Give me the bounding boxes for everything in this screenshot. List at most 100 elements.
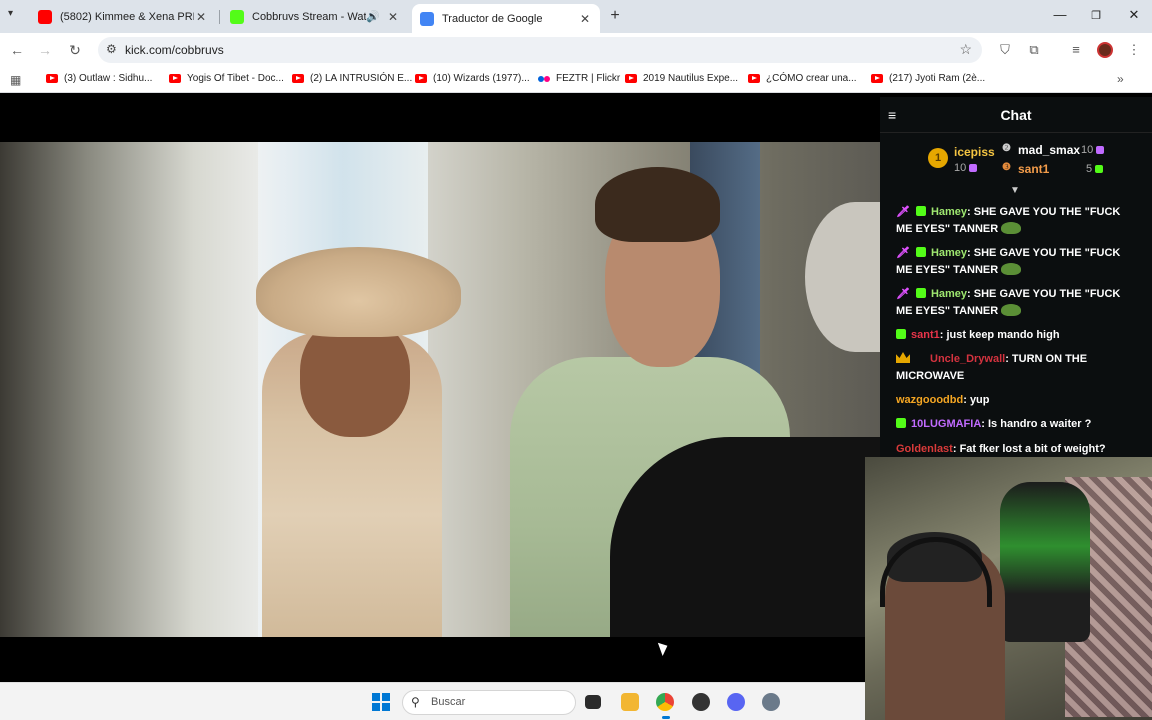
bookmark-item[interactable]: FEZTR | Flickr [538, 73, 620, 84]
chat-title: Chat [1000, 107, 1032, 123]
chat-username[interactable]: sant1 [911, 329, 940, 341]
bookmark-item[interactable]: (217) Jyoti Ram (2è... [871, 73, 985, 84]
new-tab-button[interactable]: + [605, 6, 625, 26]
restore-button[interactable]: ❐ [1078, 9, 1114, 22]
bookmark-item[interactable]: (10) Wizards (1977)... [415, 73, 530, 84]
flickr-icon [538, 75, 550, 83]
obs-icon[interactable] [692, 693, 710, 711]
chat-username[interactable]: wazgooodbd [896, 394, 963, 406]
reload-button[interactable]: ↻ [66, 41, 84, 59]
menu-icon[interactable]: ⋮ [1126, 42, 1142, 58]
url-text: kick.com/cobbruvs [125, 43, 224, 57]
gift-count: 10 [1081, 144, 1094, 156]
youtube-icon [292, 74, 304, 83]
more-bookmarks-icon[interactable]: » [1117, 72, 1124, 86]
bookmark-item[interactable]: (2) LA INTRUSIÓN E... [292, 73, 412, 84]
subscriber-badge-icon [915, 247, 926, 257]
bookmark-label: (3) Outlaw : Sidhu... [64, 73, 153, 84]
profile-avatar[interactable] [1097, 42, 1113, 58]
extensions-icon[interactable]: ⧉ [1026, 42, 1042, 58]
browser-toolbar: ← → ↻ ⚙ kick.com/cobbruvs ☆ ⛉ ⧉ ≡ ⋮ [0, 33, 1152, 67]
chat-message: Uncle_Drywall: TURN ON THE MICROWAVE [896, 351, 1136, 385]
close-icon[interactable]: ✕ [386, 10, 400, 24]
leaderboard-third-count: 5 [1086, 163, 1104, 175]
youtube-icon [415, 74, 427, 83]
gift-icon [1096, 146, 1105, 155]
tab-google-translate[interactable]: Traductor de Google ✕ [412, 4, 600, 33]
bookmark-label: ¿CÓMO crear una... [766, 73, 857, 84]
bookmark-label: 2019 Nautilus Expe... [643, 73, 739, 84]
apps-grid-icon[interactable]: ▦ [10, 73, 21, 87]
chat-text: : just keep mando high [939, 329, 1060, 341]
tab-youtube[interactable]: (5802) Kimmee & Xena PRESS F ✕ [30, 4, 216, 29]
active-app-indicator [662, 716, 670, 719]
crown-badge-icon [896, 352, 910, 363]
chat-message: 🗡 Hamey: SHE GAVE YOU THE "FUCK ME EYES" … [896, 204, 1136, 238]
speaker-icon[interactable]: 🔊 [366, 10, 380, 23]
google-translate-icon [420, 11, 434, 26]
bookmark-label: Yogis Of Tibet - Doc... [187, 73, 284, 84]
address-bar[interactable]: ⚙ kick.com/cobbruvs ☆ [98, 37, 982, 63]
video-frame [0, 142, 880, 637]
close-icon[interactable]: ✕ [578, 12, 592, 26]
chat-username[interactable]: Hamey [931, 206, 967, 218]
leaderboard-first-name[interactable]: icepiss [954, 145, 995, 159]
video-player[interactable] [0, 97, 880, 682]
chat-username[interactable]: 10LUGMAFIA [911, 418, 981, 430]
tab-title: (5802) Kimmee & Xena PRESS F [60, 10, 194, 23]
sword-badge-icon: 🗡 [896, 288, 910, 300]
close-icon[interactable]: ✕ [194, 10, 208, 24]
chat-message: sant1: just keep mando high [896, 327, 1136, 344]
close-window-button[interactable]: ✕ [1116, 7, 1152, 23]
bookmark-item[interactable]: 2019 Nautilus Expe... [625, 73, 738, 84]
pepe-emote-icon [1001, 222, 1022, 234]
task-view-icon[interactable] [585, 695, 601, 709]
video-scene-person [805, 202, 880, 352]
forward-button[interactable]: → [36, 41, 54, 59]
chat-username[interactable]: Hamey [931, 247, 967, 259]
discord-icon[interactable] [727, 693, 745, 711]
chat-username[interactable]: Goldenlast [896, 443, 953, 455]
search-placeholder: Buscar [431, 696, 466, 708]
windows-taskbar: ⚲ Buscar [0, 682, 865, 720]
subscriber-badge-icon [915, 288, 926, 298]
leaderboard-third-name[interactable]: sant1 [1018, 162, 1049, 176]
subscriber-badge-icon [896, 329, 906, 339]
minimize-button[interactable]: — [1042, 7, 1078, 22]
windows-start-icon[interactable] [372, 693, 390, 711]
shield-extension-icon[interactable]: ⛉ [997, 42, 1013, 58]
rank-one-badge: 1 [928, 148, 948, 168]
youtube-icon [625, 74, 637, 83]
leaderboard-second-name[interactable]: mad_smax [1018, 143, 1080, 157]
bookmark-item[interactable]: ¿CÓMO crear una... [748, 73, 857, 84]
settings-gear-icon[interactable] [762, 693, 780, 711]
bookmark-item[interactable]: Yogis Of Tibet - Doc... [169, 73, 284, 84]
kick-icon [230, 9, 244, 24]
youtube-icon [38, 9, 52, 24]
tab-title: Cobbruvs Stream - Watch Li [252, 10, 367, 23]
file-explorer-icon[interactable] [621, 693, 639, 711]
media-control-icon[interactable]: ≡ [1068, 42, 1084, 58]
taskbar-search[interactable]: ⚲ Buscar [402, 690, 576, 715]
pepe-emote-icon [1001, 304, 1022, 316]
chat-username[interactable]: Hamey [931, 288, 967, 300]
expand-leaderboard-icon[interactable]: ▼ [1010, 185, 1020, 196]
chrome-icon[interactable] [656, 693, 674, 711]
browser-tab-strip: ▾ (5802) Kimmee & Xena PRESS F ✕ Cobbruv… [0, 0, 1152, 33]
chat-header: ≡ Chat [880, 97, 1152, 133]
tab-kick-stream[interactable]: Cobbruvs Stream - Watch Li 🔊 ✕ [222, 4, 408, 29]
bookmark-item[interactable]: (3) Outlaw : Sidhu... [46, 73, 152, 84]
back-button[interactable]: ← [8, 41, 26, 59]
bookmark-label: (10) Wizards (1977)... [433, 73, 530, 84]
gift-icon [969, 164, 978, 173]
sword-badge-icon: 🗡 [896, 206, 910, 218]
chat-message: 🗡 Hamey: SHE GAVE YOU THE "FUCK ME EYES" … [896, 286, 1136, 320]
tab-search-icon[interactable]: ▾ [8, 8, 13, 19]
video-scene-person [595, 167, 720, 242]
youtube-icon [748, 74, 760, 83]
gaming-chair [1000, 482, 1090, 642]
site-info-icon[interactable]: ⚙ [106, 42, 117, 56]
bookmark-star-icon[interactable]: ☆ [959, 41, 972, 58]
chat-message: 🗡 Hamey: SHE GAVE YOU THE "FUCK ME EYES" … [896, 245, 1136, 279]
chat-username[interactable]: Uncle_Drywall [930, 353, 1005, 365]
